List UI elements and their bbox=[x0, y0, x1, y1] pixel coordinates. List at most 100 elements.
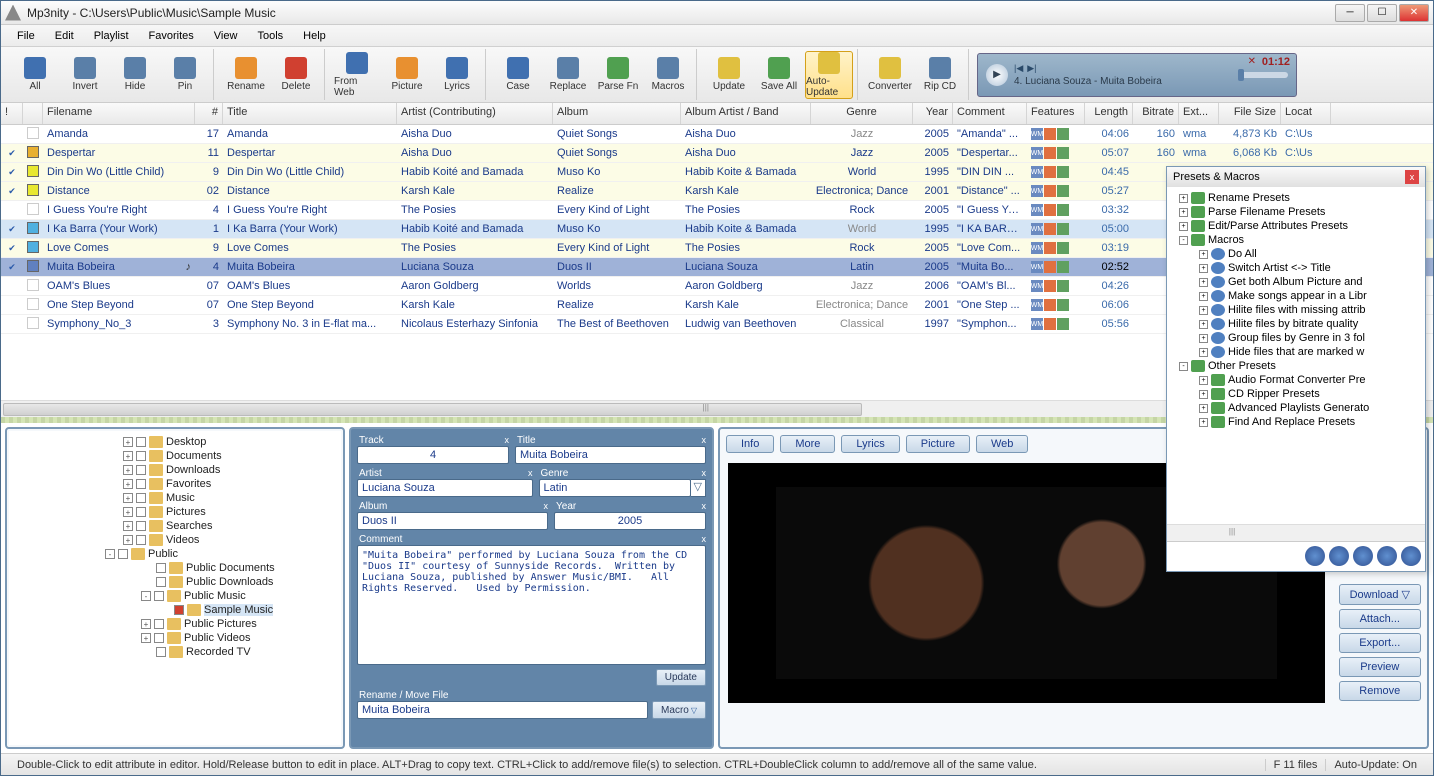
tree-node[interactable]: +Public Pictures bbox=[13, 617, 337, 631]
clear-icon[interactable]: x bbox=[528, 468, 533, 479]
column-header[interactable]: Filename bbox=[43, 103, 195, 124]
toolbar-rename-button[interactable]: Rename bbox=[222, 51, 270, 99]
preset-node[interactable]: +Get both Album Picture and bbox=[1171, 275, 1421, 289]
menu-view[interactable]: View bbox=[206, 28, 246, 44]
column-header[interactable] bbox=[23, 103, 43, 124]
expand-icon[interactable]: + bbox=[123, 507, 133, 517]
tree-checkbox[interactable] bbox=[136, 437, 146, 447]
column-header[interactable]: Artist (Contributing) bbox=[397, 103, 553, 124]
close-button[interactable]: ✕ bbox=[1399, 4, 1429, 22]
clear-icon[interactable]: x bbox=[702, 534, 707, 545]
tree-node[interactable]: Recorded TV bbox=[13, 645, 337, 659]
expand-icon[interactable]: + bbox=[1199, 320, 1208, 329]
preset-node[interactable]: +Parse Filename Presets bbox=[1171, 205, 1421, 219]
preset-node[interactable]: +Hide files that are marked w bbox=[1171, 345, 1421, 359]
toolbar-auto-update-button[interactable]: Auto-Update bbox=[805, 51, 853, 99]
preset-node[interactable]: +Make songs appear in a Libr bbox=[1171, 289, 1421, 303]
preset-node[interactable]: +Switch Artist <-> Title bbox=[1171, 261, 1421, 275]
tree-node[interactable]: +Documents bbox=[13, 449, 337, 463]
tab-info[interactable]: Info bbox=[726, 435, 774, 453]
tree-node[interactable]: +Favorites bbox=[13, 477, 337, 491]
toolbar-save-all-button[interactable]: Save All bbox=[755, 51, 803, 99]
preset-node[interactable]: +Group files by Genre in 3 fol bbox=[1171, 331, 1421, 345]
menu-file[interactable]: File bbox=[9, 28, 43, 44]
preset-node[interactable]: +Rename Presets bbox=[1171, 191, 1421, 205]
update-button[interactable]: Update bbox=[656, 669, 706, 686]
preset-node[interactable]: -Other Presets bbox=[1171, 359, 1421, 373]
expand-icon[interactable]: + bbox=[123, 493, 133, 503]
toolbar-replace-button[interactable]: Replace bbox=[544, 51, 592, 99]
export-button[interactable]: Export... bbox=[1339, 633, 1421, 653]
macro-button[interactable]: Macro▽ bbox=[652, 701, 706, 719]
previewbutton[interactable]: Preview bbox=[1339, 657, 1421, 677]
artist-input[interactable] bbox=[357, 479, 533, 497]
toolbar-update-button[interactable]: Update bbox=[705, 51, 753, 99]
expand-icon[interactable]: + bbox=[123, 465, 133, 475]
menu-playlist[interactable]: Playlist bbox=[86, 28, 137, 44]
tree-node[interactable]: -Public Music bbox=[13, 589, 337, 603]
tree-checkbox[interactable] bbox=[154, 619, 164, 629]
preset-action-button[interactable] bbox=[1329, 546, 1349, 566]
year-input[interactable] bbox=[554, 512, 706, 530]
expand-icon[interactable]: + bbox=[1179, 194, 1188, 203]
expand-icon[interactable]: + bbox=[1199, 278, 1208, 287]
preset-node[interactable]: +Edit/Parse Attributes Presets bbox=[1171, 219, 1421, 233]
track-input[interactable] bbox=[357, 446, 509, 464]
maximize-button[interactable]: ☐ bbox=[1367, 4, 1397, 22]
minimize-button[interactable]: ─ bbox=[1335, 4, 1365, 22]
tree-node[interactable]: +Downloads bbox=[13, 463, 337, 477]
tree-checkbox[interactable] bbox=[156, 647, 166, 657]
expand-icon[interactable]: + bbox=[123, 437, 133, 447]
toolbar-macros-button[interactable]: Macros bbox=[644, 51, 692, 99]
preset-node[interactable]: -Macros bbox=[1171, 233, 1421, 247]
genre-input[interactable] bbox=[539, 479, 691, 497]
toolbar-pin-button[interactable]: Pin bbox=[161, 51, 209, 99]
expand-icon[interactable]: - bbox=[105, 549, 115, 559]
expand-icon[interactable]: + bbox=[1199, 348, 1208, 357]
menu-favorites[interactable]: Favorites bbox=[141, 28, 202, 44]
rename-input[interactable] bbox=[357, 701, 648, 719]
tree-node[interactable]: +Pictures bbox=[13, 505, 337, 519]
tree-node[interactable]: +Public Videos bbox=[13, 631, 337, 645]
toolbar-hide-button[interactable]: Hide bbox=[111, 51, 159, 99]
download-button[interactable]: Download ▽ bbox=[1339, 584, 1421, 605]
tree-checkbox[interactable] bbox=[136, 521, 146, 531]
column-header[interactable]: File Size bbox=[1219, 103, 1281, 124]
tree-checkbox[interactable] bbox=[136, 465, 146, 475]
tree-checkbox[interactable] bbox=[136, 507, 146, 517]
toolbar-picture-button[interactable]: Picture bbox=[383, 51, 431, 99]
expand-icon[interactable]: + bbox=[1199, 264, 1208, 273]
clear-icon[interactable]: x bbox=[702, 435, 707, 446]
clear-icon[interactable]: x bbox=[505, 435, 510, 446]
column-header[interactable]: Genre bbox=[811, 103, 913, 124]
column-header[interactable]: ! bbox=[1, 103, 23, 124]
tree-checkbox[interactable] bbox=[174, 605, 184, 615]
expand-icon[interactable]: + bbox=[123, 535, 133, 545]
expand-icon[interactable]: + bbox=[1199, 334, 1208, 343]
presets-close-icon[interactable]: x bbox=[1405, 170, 1419, 184]
tree-checkbox[interactable] bbox=[118, 549, 128, 559]
toolbar-delete-button[interactable]: Delete bbox=[272, 51, 320, 99]
tree-checkbox[interactable] bbox=[154, 633, 164, 643]
preset-node[interactable]: +Do All bbox=[1171, 247, 1421, 261]
expand-icon[interactable]: + bbox=[1199, 292, 1208, 301]
preset-node[interactable]: +Hilite files by bitrate quality bbox=[1171, 317, 1421, 331]
column-header[interactable]: Album Artist / Band bbox=[681, 103, 811, 124]
tree-node[interactable]: +Music bbox=[13, 491, 337, 505]
preset-node[interactable]: +Audio Format Converter Pre bbox=[1171, 373, 1421, 387]
column-header[interactable]: Album bbox=[553, 103, 681, 124]
column-header[interactable]: # bbox=[195, 103, 223, 124]
toolbar-lyrics-button[interactable]: Lyrics bbox=[433, 51, 481, 99]
tree-node[interactable]: +Desktop bbox=[13, 435, 337, 449]
menu-edit[interactable]: Edit bbox=[47, 28, 82, 44]
expand-icon[interactable]: + bbox=[1179, 208, 1188, 217]
player-close-icon[interactable]: ✕ bbox=[1248, 56, 1256, 67]
expand-icon[interactable]: + bbox=[123, 521, 133, 531]
clear-icon[interactable]: x bbox=[702, 501, 707, 512]
genre-dropdown-icon[interactable]: ▽ bbox=[691, 479, 706, 497]
expand-icon[interactable]: + bbox=[1199, 250, 1208, 259]
expand-icon[interactable]: - bbox=[1179, 236, 1188, 245]
tab-more[interactable]: More bbox=[780, 435, 835, 453]
tree-checkbox[interactable] bbox=[136, 479, 146, 489]
preset-action-button[interactable] bbox=[1305, 546, 1325, 566]
